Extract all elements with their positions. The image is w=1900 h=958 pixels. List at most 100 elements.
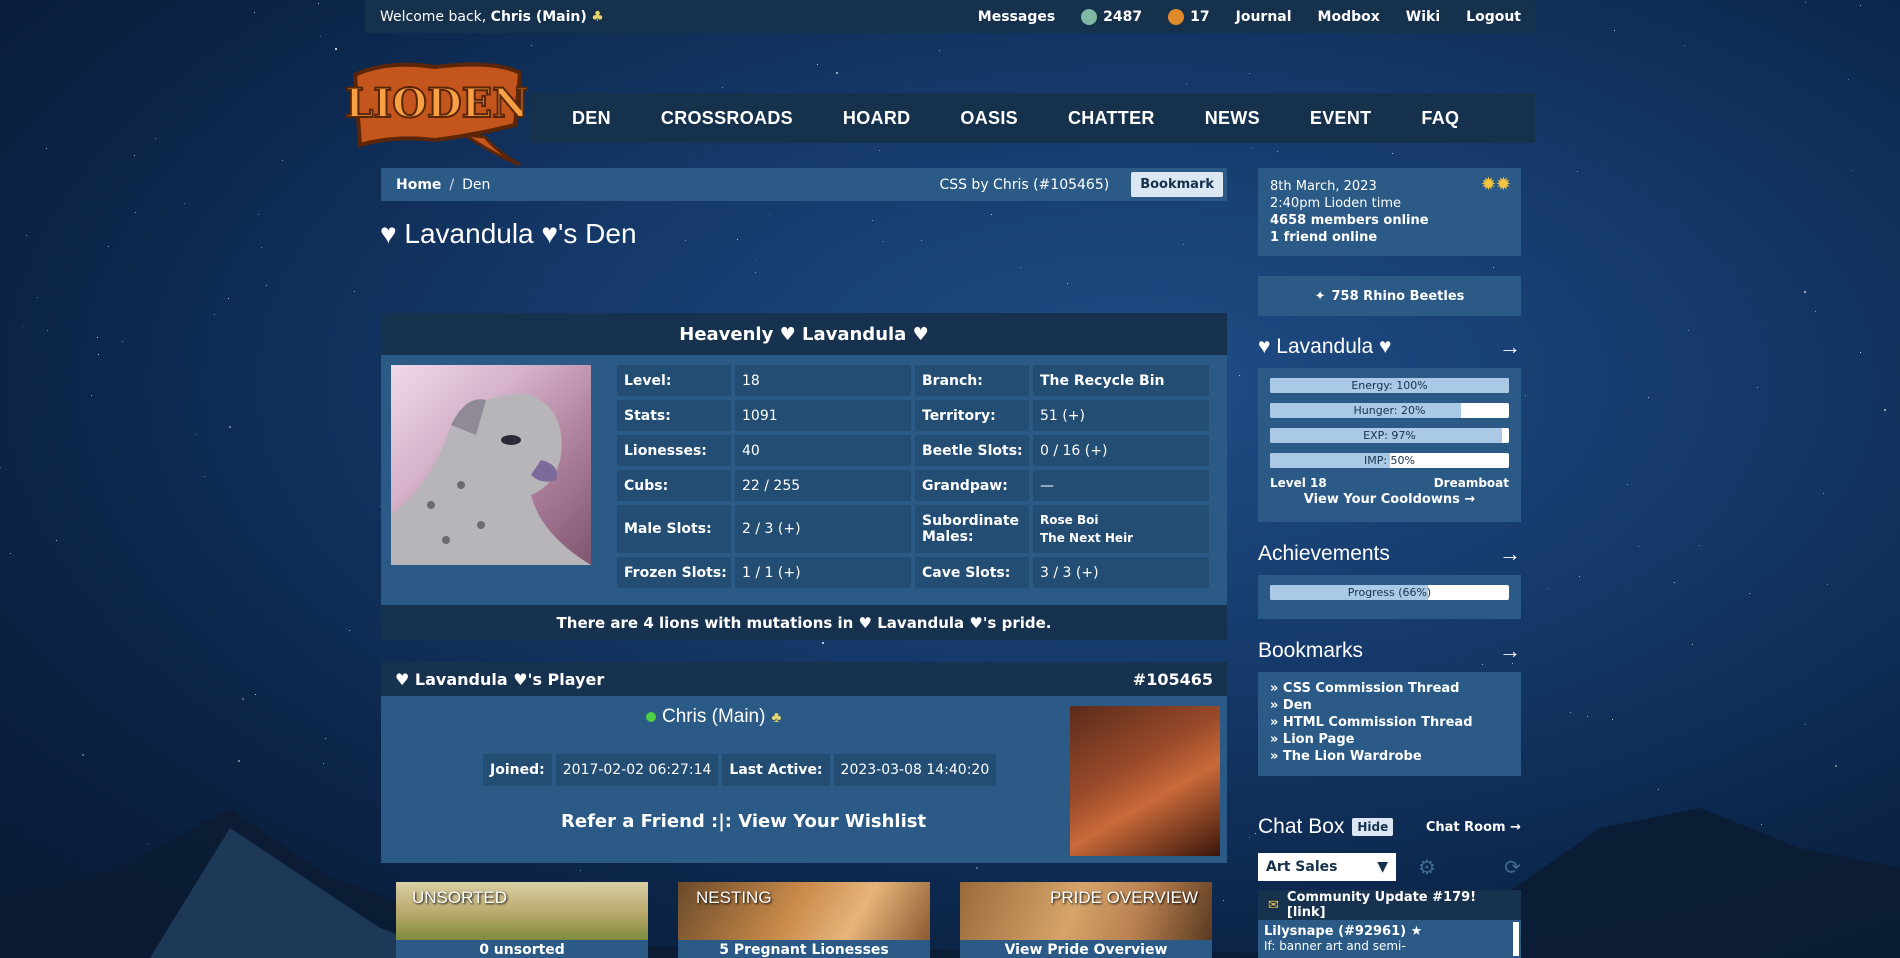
stat-label: Stats: <box>617 400 731 431</box>
stat-value: 2 / 3 (+) <box>735 505 911 553</box>
unsorted-banner: UNSORTED <box>396 882 648 940</box>
breadcrumb-separator: / <box>449 176 455 193</box>
stat-row: Cubs: 22 / 255 Grandpaw: — <box>617 470 1211 501</box>
lion-summary-box: Energy: 100% Hunger: 20% EXP: 97% IMP: 50% … <box>1258 368 1521 522</box>
rhino-beetles-box[interactable]: ✦ 758 Rhino Beetles <box>1258 276 1521 316</box>
male-link[interactable]: Rose Boi <box>1040 511 1098 529</box>
breadcrumb-home[interactable]: Home <box>396 177 441 193</box>
bookmark-item[interactable]: » HTML Commission Thread <box>1270 714 1509 731</box>
stat-value: 1091 <box>735 400 911 431</box>
lioden-logo[interactable]: LIODEN <box>345 55 530 170</box>
bookmarks-heading[interactable]: Bookmarks → <box>1258 638 1521 664</box>
lion-summary-heading[interactable]: ♥ Lavandula ♥ → <box>1258 334 1521 360</box>
cooldowns-link[interactable]: View Your Cooldowns → <box>1270 492 1509 507</box>
nav-faq[interactable]: FAQ <box>1421 108 1459 129</box>
main-nav: DEN CROSSROADS HOARD OASIS CHATTER NEWS EVENT F… <box>530 93 1535 143</box>
nav-hoard[interactable]: HOARD <box>843 108 911 129</box>
bookmark-item[interactable]: » Lion Page <box>1270 731 1509 748</box>
lion-summary-name: ♥ Lavandula ♥ <box>1258 335 1392 358</box>
stat-bar: EXP: 97% <box>1270 428 1509 443</box>
player-panel: Chris (Main) ♣ Joined: 2017-02-02 06:27:… <box>381 696 1227 863</box>
chat-room-link[interactable]: Chat Room → <box>1426 820 1521 835</box>
journal-link[interactable]: Journal <box>1236 9 1292 25</box>
breadcrumb: Home / Den CSS by Chris (#105465) Bookma… <box>381 168 1227 201</box>
chat-box-heading: Chat Box Hide Chat Room → <box>1258 815 1521 839</box>
nesting-banner: NESTING <box>678 882 930 940</box>
stat-bar-label: IMP: 50% <box>1363 454 1416 467</box>
stat-bar: Hunger: 20% <box>1270 403 1509 418</box>
player-heading: ♥ Lavandula ♥'s Player #105465 <box>381 662 1227 696</box>
stat-label: Beetle Slots: <box>915 435 1029 466</box>
wiki-link[interactable]: Wiki <box>1406 9 1440 25</box>
cub-icon: ♣ <box>771 708 782 726</box>
chat-scrollbar[interactable] <box>1513 922 1519 956</box>
nav-den[interactable]: DEN <box>572 108 611 129</box>
nav-news[interactable]: NEWS <box>1205 108 1260 129</box>
css-credit[interactable]: CSS by Chris (#105465) <box>939 177 1109 193</box>
nav-chatter[interactable]: CHATTER <box>1068 108 1155 129</box>
nesting-caption: 5 Pregnant Lionesses <box>719 942 889 958</box>
stat-label: Male Slots: <box>617 505 731 553</box>
chat-message-text: If: banner art and semi- <box>1264 939 1406 953</box>
lion-portrait[interactable] <box>391 365 591 565</box>
date-text: 8th March, 2023 <box>1270 179 1377 194</box>
player-avatar[interactable] <box>1070 706 1220 856</box>
achievements-heading[interactable]: Achievements → <box>1258 541 1521 567</box>
cub-icon: ♣ <box>591 8 604 25</box>
members-online[interactable]: 4658 members online <box>1270 212 1509 229</box>
stat-bar-label: Hunger: 20% <box>1353 404 1426 417</box>
gear-icon[interactable]: ⚙ <box>1418 855 1436 879</box>
achievements-title: Achievements <box>1258 542 1390 565</box>
beetles-link[interactable]: 2487 <box>1081 8 1142 25</box>
svg-text:LIODEN: LIODEN <box>345 80 528 127</box>
nav-event[interactable]: EVENT <box>1310 108 1372 129</box>
unsorted-tile[interactable]: UNSORTED 0 unsorted <box>396 882 648 958</box>
username-link[interactable]: Chris (Main) <box>491 9 587 25</box>
refer-wishlist-links[interactable]: Refer a Friend :|: View Your Wishlist <box>561 811 926 832</box>
community-update-link[interactable]: ✉ Community Update #179! [link] <box>1258 890 1521 920</box>
messages-link[interactable]: Messages <box>978 9 1055 25</box>
pride-overview-tile[interactable]: PRIDE OVERVIEW View Pride Overview <box>960 882 1212 958</box>
bookmark-item[interactable]: » The Lion Wardrobe <box>1270 748 1509 765</box>
lion-stat-bars: Energy: 100% Hunger: 20% EXP: 97% IMP: 50% <box>1270 378 1509 468</box>
title-text: Dreamboat <box>1433 476 1509 490</box>
joined-value: 2017-02-02 06:27:14 <box>555 754 719 786</box>
stat-value: 22 / 255 <box>735 470 911 501</box>
stat-value: 1 / 1 (+) <box>735 557 911 588</box>
rhino-beetle-icon: ✦ <box>1314 288 1326 304</box>
chat-username[interactable]: Lilysnape (#92961) ★ <box>1264 924 1515 939</box>
joined-label: Joined: <box>483 754 552 786</box>
achievements-box: Progress (66%) <box>1258 575 1521 619</box>
nav-crossroads[interactable]: CROSSROADS <box>661 108 793 129</box>
stat-bar-label: Energy: 100% <box>1351 379 1428 392</box>
gem-icon <box>1168 8 1185 25</box>
time-text: 2:40pm Lioden time <box>1270 196 1402 211</box>
gems-link[interactable]: 17 <box>1168 8 1210 25</box>
bookmarks-arrow-icon[interactable]: → <box>1499 638 1521 664</box>
lion-summary-arrow-icon[interactable]: → <box>1499 334 1521 360</box>
bookmark-item[interactable]: » Den <box>1270 697 1509 714</box>
welcome-text: Welcome back, Chris (Main) ♣ <box>380 8 604 25</box>
chat-channel-select[interactable]: Art Sales ▼ <box>1258 853 1396 881</box>
time-info-box: 8th March, 2023 2:40pm Lioden time 4658 … <box>1258 168 1521 256</box>
refresh-icon[interactable]: ⟳ <box>1504 855 1521 879</box>
player-heading-title: ♥ Lavandula ♥'s Player <box>395 669 605 689</box>
bookmark-item[interactable]: » CSS Commission Thread <box>1270 680 1509 697</box>
achievements-arrow-icon[interactable]: → <box>1499 541 1521 567</box>
den-heading: Heavenly ♥ Lavandula ♥ <box>381 313 1227 355</box>
logout-link[interactable]: Logout <box>1466 9 1521 25</box>
nesting-tile[interactable]: NESTING 5 Pregnant Lionesses <box>678 882 930 958</box>
bookmark-button[interactable]: Bookmark <box>1131 172 1223 197</box>
hide-chat-button[interactable]: Hide <box>1352 818 1394 836</box>
player-id[interactable]: #105465 <box>1133 670 1213 689</box>
stat-label: Lionesses: <box>617 435 731 466</box>
male-link[interactable]: The Next Heir <box>1040 529 1133 547</box>
stat-row: Level: 18 Branch: The Recycle Bin <box>617 365 1211 396</box>
online-status-icon <box>646 712 656 722</box>
player-name[interactable]: Chris (Main) ♣ <box>646 706 781 728</box>
nav-oasis[interactable]: OASIS <box>960 108 1018 129</box>
friends-online[interactable]: 1 friend online <box>1270 229 1509 246</box>
level-row: Level 18 Dreamboat <box>1270 476 1509 490</box>
mutations-notice[interactable]: There are 4 lions with mutations in ♥ La… <box>381 605 1227 640</box>
modbox-link[interactable]: Modbox <box>1318 9 1380 25</box>
